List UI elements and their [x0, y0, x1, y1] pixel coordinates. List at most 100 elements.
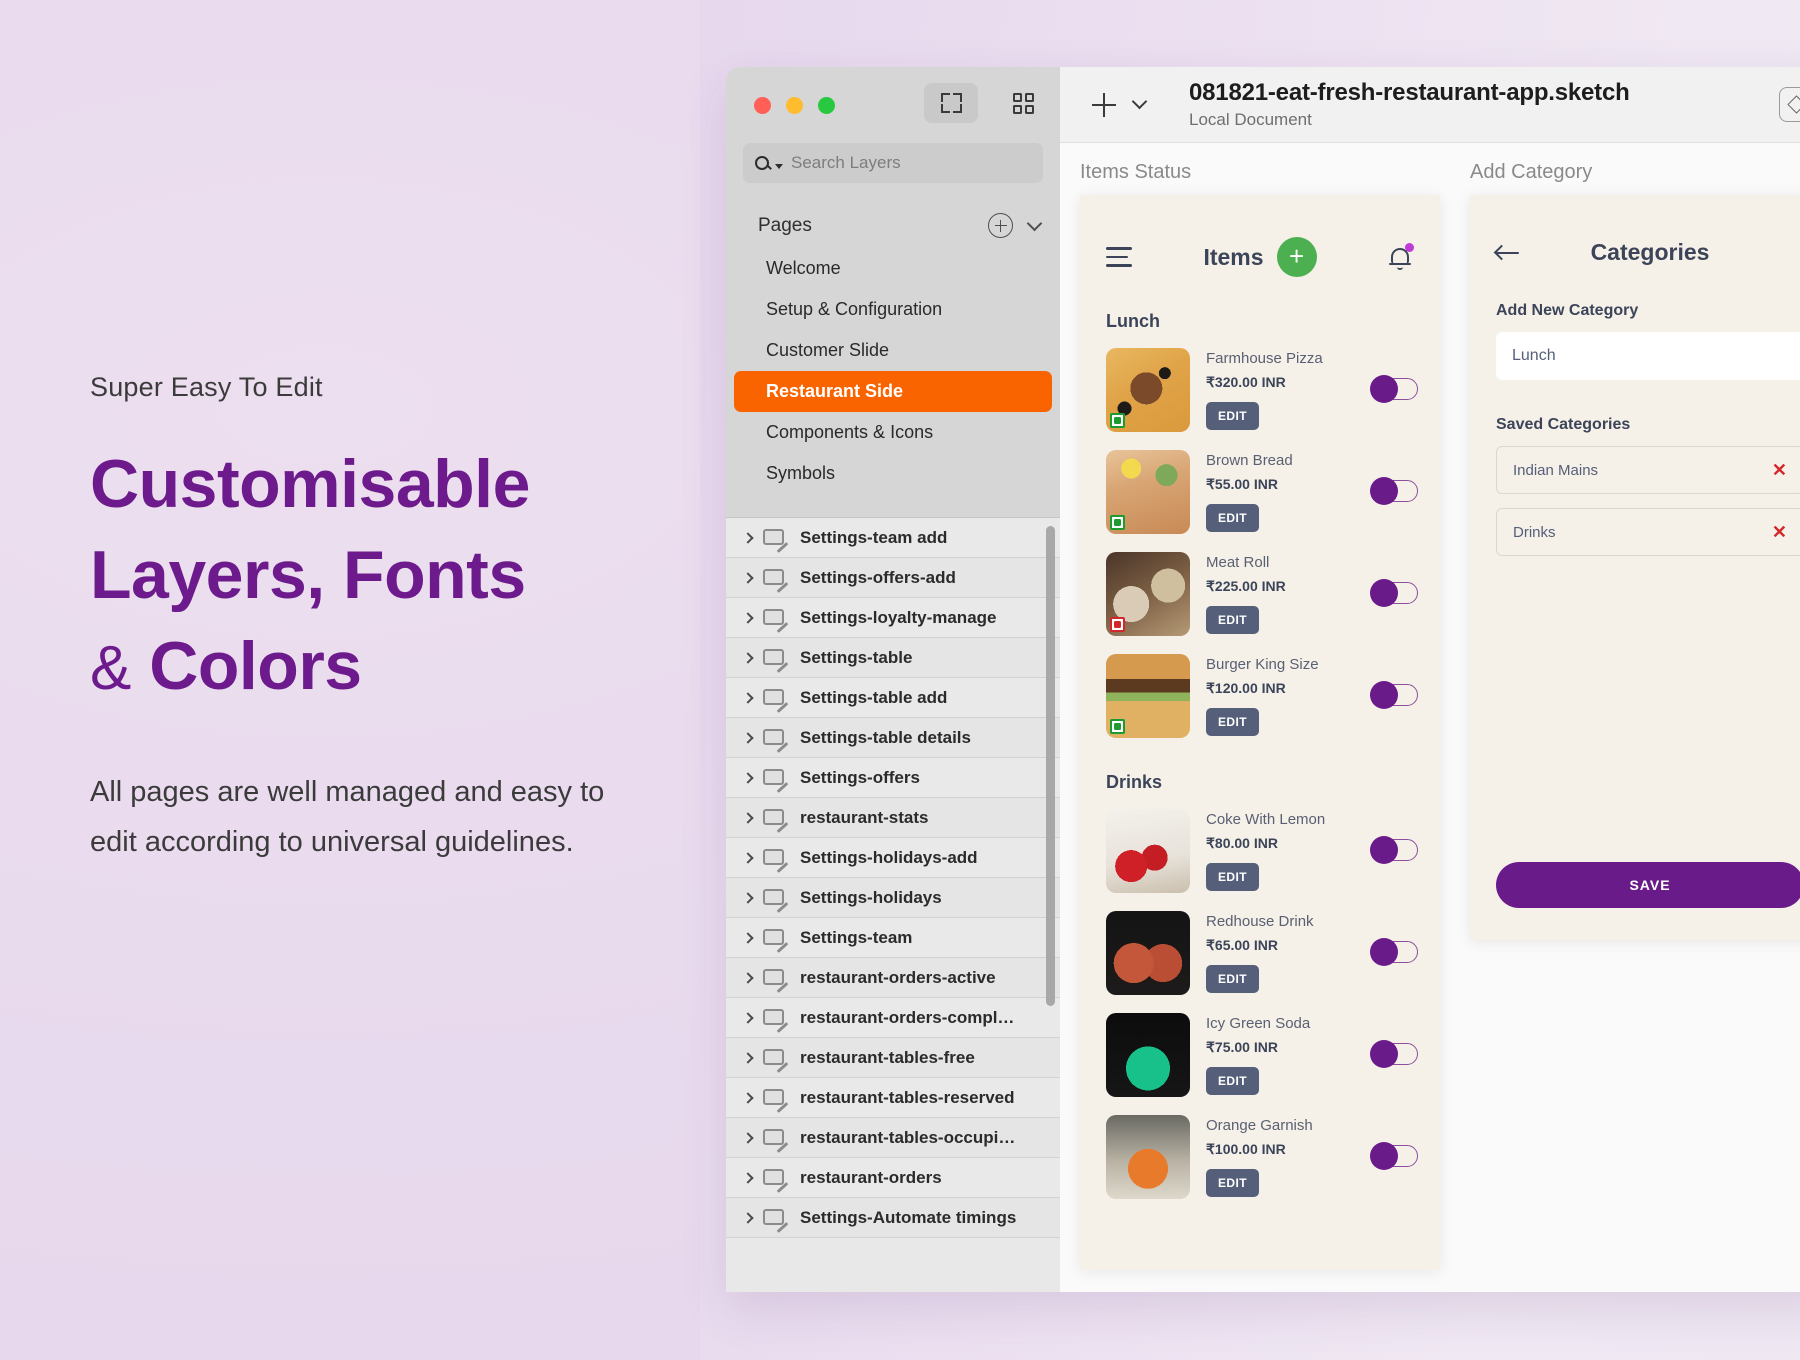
- artboard-add-category: Categories Add New Category Lunch Saved …: [1470, 195, 1800, 940]
- chevron-right-icon[interactable]: [742, 971, 754, 984]
- close-icon[interactable]: [754, 96, 771, 114]
- artboard-icon: [763, 848, 789, 873]
- layer-row[interactable]: Settings-team add: [726, 518, 1060, 558]
- page-item-welcome[interactable]: Welcome: [734, 248, 1052, 289]
- layer-row[interactable]: Settings-holidays-add: [726, 838, 1060, 878]
- chevron-right-icon[interactable]: [742, 1091, 754, 1104]
- canvas-view-button[interactable]: [924, 83, 978, 123]
- chevron-right-icon[interactable]: [742, 771, 754, 784]
- search-icon: [755, 156, 769, 170]
- layer-name: restaurant-tables-reserved: [800, 1087, 1015, 1107]
- item-availability-toggle[interactable]: [1370, 938, 1418, 966]
- canvas-icon: [940, 93, 962, 113]
- layer-row[interactable]: Settings-Automate timings: [726, 1198, 1060, 1238]
- item-thumbnail: [1106, 450, 1190, 534]
- chevron-right-icon[interactable]: [742, 611, 754, 624]
- promo-body: All pages are well managed and easy to e…: [90, 776, 605, 859]
- add-item-button[interactable]: +: [1276, 237, 1317, 277]
- add-page-button[interactable]: [988, 213, 1013, 238]
- chevron-right-icon[interactable]: [742, 891, 754, 904]
- promo-block: Super Easy To Edit Customisable Layers, …: [90, 372, 650, 868]
- chevron-right-icon[interactable]: [742, 851, 754, 864]
- page-item-components-icons[interactable]: Components & Icons: [734, 412, 1052, 453]
- artboard-icon: [763, 528, 789, 553]
- edit-button[interactable]: EDIT: [1206, 965, 1259, 993]
- search-input[interactable]: Search Layers: [743, 143, 1043, 183]
- minimize-icon[interactable]: [786, 96, 803, 114]
- layer-row[interactable]: Settings-offers-add: [726, 558, 1060, 598]
- back-arrow-icon[interactable]: [1493, 244, 1520, 262]
- layer-row[interactable]: Settings-loyalty-manage: [726, 598, 1060, 638]
- layer-name: Settings-table details: [800, 727, 971, 747]
- page-item-setup-configuration[interactable]: Setup & Configuration: [734, 289, 1052, 330]
- chevron-right-icon[interactable]: [742, 1131, 754, 1144]
- chevron-right-icon[interactable]: [742, 731, 754, 744]
- chevron-right-icon[interactable]: [742, 1051, 754, 1064]
- saved-category-name: Drinks: [1513, 523, 1556, 541]
- layer-row[interactable]: Settings-table details: [726, 718, 1060, 758]
- save-button[interactable]: SAVE: [1496, 862, 1800, 908]
- new-category-input[interactable]: Lunch: [1496, 332, 1800, 380]
- layer-row[interactable]: restaurant-orders: [726, 1158, 1060, 1198]
- add-document-button[interactable]: [1092, 92, 1116, 117]
- item-availability-toggle[interactable]: [1370, 681, 1418, 709]
- layer-row[interactable]: Settings-offers: [726, 758, 1060, 798]
- chevron-right-icon[interactable]: [742, 571, 754, 584]
- chevron-right-icon[interactable]: [742, 651, 754, 664]
- item-availability-toggle[interactable]: [1370, 836, 1418, 864]
- layer-row[interactable]: restaurant-orders-active: [726, 958, 1060, 998]
- layers-scrollbar[interactable]: [1046, 526, 1055, 1006]
- document-status-badge[interactable]: [1779, 87, 1800, 122]
- pages-label: Pages: [758, 214, 812, 236]
- page-item-restaurant-side[interactable]: Restaurant Side: [734, 371, 1052, 412]
- chevron-right-icon[interactable]: [742, 1011, 754, 1024]
- layer-row[interactable]: restaurant-orders-compl…: [726, 998, 1060, 1038]
- edit-button[interactable]: EDIT: [1206, 1067, 1259, 1095]
- edit-button[interactable]: EDIT: [1206, 402, 1259, 430]
- edit-button[interactable]: EDIT: [1206, 504, 1259, 532]
- saved-category-row[interactable]: Drinks ✕: [1496, 508, 1800, 556]
- artboard-icon: [763, 1008, 789, 1033]
- chevron-down-icon[interactable]: [1026, 215, 1043, 231]
- sketch-left-panel: Search Layers Pages Welcome Setup & Confi…: [726, 67, 1060, 1292]
- chevron-right-icon[interactable]: [742, 691, 754, 704]
- layer-row[interactable]: restaurant-tables-free: [726, 1038, 1060, 1078]
- item-row: Redhouse Drink ₹65.00 INR EDIT: [1080, 911, 1440, 995]
- menu-icon[interactable]: [1106, 247, 1132, 267]
- item-availability-toggle[interactable]: [1370, 375, 1418, 403]
- saved-category-row[interactable]: Indian Mains ✕: [1496, 446, 1800, 494]
- edit-button[interactable]: EDIT: [1206, 708, 1259, 736]
- page-item-symbols[interactable]: Symbols: [734, 453, 1052, 494]
- notification-bell-icon[interactable]: [1388, 243, 1414, 271]
- item-row: Orange Garnish ₹100.00 INR EDIT: [1080, 1115, 1440, 1199]
- layer-row[interactable]: Settings-holidays: [726, 878, 1060, 918]
- layers-list[interactable]: Settings-team add Settings-offers-add Sett…: [726, 517, 1060, 1292]
- chevron-down-icon[interactable]: [1131, 93, 1148, 110]
- remove-category-icon[interactable]: ✕: [1772, 522, 1787, 543]
- promo-headline-line-1: Customisable: [90, 446, 530, 522]
- layer-row[interactable]: Settings-table add: [726, 678, 1060, 718]
- page-item-customer-slide[interactable]: Customer Slide: [734, 330, 1052, 371]
- item-availability-toggle[interactable]: [1370, 477, 1418, 505]
- canvas-area[interactable]: Items Status Add Category Items + Lunch F…: [1060, 143, 1800, 1292]
- edit-button[interactable]: EDIT: [1206, 1169, 1259, 1197]
- grid-view-button[interactable]: [996, 83, 1050, 123]
- item-availability-toggle[interactable]: [1370, 579, 1418, 607]
- item-availability-toggle[interactable]: [1370, 1142, 1418, 1170]
- layer-row[interactable]: restaurant-tables-reserved: [726, 1078, 1060, 1118]
- layer-row[interactable]: restaurant-tables-occupi…: [726, 1118, 1060, 1158]
- layer-row[interactable]: restaurant-stats: [726, 798, 1060, 838]
- zoom-icon[interactable]: [818, 96, 835, 114]
- item-availability-toggle[interactable]: [1370, 1040, 1418, 1068]
- chevron-right-icon[interactable]: [742, 1211, 754, 1224]
- chevron-right-icon[interactable]: [742, 931, 754, 944]
- remove-category-icon[interactable]: ✕: [1772, 460, 1787, 481]
- chevron-right-icon[interactable]: [742, 531, 754, 544]
- document-title: 081821-eat-fresh-restaurant-app.sketch: [1189, 79, 1630, 106]
- edit-button[interactable]: EDIT: [1206, 606, 1259, 634]
- chevron-right-icon[interactable]: [742, 811, 754, 824]
- layer-row[interactable]: Settings-team: [726, 918, 1060, 958]
- layer-row[interactable]: Settings-table: [726, 638, 1060, 678]
- chevron-right-icon[interactable]: [742, 1171, 754, 1184]
- edit-button[interactable]: EDIT: [1206, 863, 1259, 891]
